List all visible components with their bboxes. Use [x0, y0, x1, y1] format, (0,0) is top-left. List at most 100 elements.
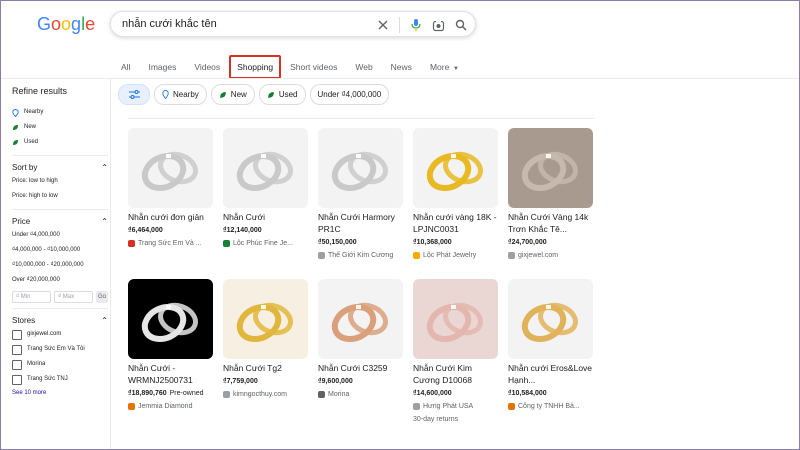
product-store: Jemmia Diamond: [128, 401, 216, 412]
sort-high-low[interactable]: Price: high to low: [12, 189, 108, 204]
product-image[interactable]: [318, 279, 403, 359]
product-image[interactable]: [128, 279, 213, 359]
chip-used[interactable]: Used: [258, 84, 306, 105]
store-name: Hưng Phát USA: [423, 403, 474, 410]
leaf-icon: [13, 125, 18, 130]
product-image[interactable]: [508, 128, 593, 208]
product-card[interactable]: Nhẫn Cưới Harmory PR1C ₫50,150,000 Thế Giớ…: [318, 128, 406, 261]
price-range-3[interactable]: ₫10,000,000 - ₫20,000,000: [12, 258, 108, 273]
product-image[interactable]: [413, 128, 498, 208]
see-more-stores-link[interactable]: See 10 more: [12, 387, 108, 400]
clear-icon[interactable]: [377, 19, 389, 31]
product-image[interactable]: [128, 128, 213, 208]
stores-header[interactable]: Stores ⌃: [12, 313, 108, 327]
tab-more-label: More: [429, 62, 450, 72]
microphone-icon[interactable]: [410, 18, 422, 32]
product-title[interactable]: Nhẫn Cưới C3259: [318, 362, 406, 374]
filter-used-label: Used: [24, 139, 39, 145]
product-card[interactable]: Nhẫn Cưới C3259 ₫9,600,000 Morina: [318, 279, 406, 400]
store-filter-em-va-toi[interactable]: Trang Sức Em Và Tôi: [12, 342, 108, 357]
product-image[interactable]: [508, 279, 593, 359]
tab-web[interactable]: Web: [346, 55, 381, 79]
product-store: gixjewel.com: [508, 250, 596, 261]
product-card[interactable]: Nhẫn Cưới Vàng 14k Trơn Khắc Tê... ₫24,70…: [508, 128, 596, 261]
checkbox[interactable]: [12, 374, 22, 385]
product-price-row: ₫6,464,000: [128, 226, 216, 236]
store-name: Lộc Phúc Fine Je...: [233, 240, 293, 247]
product-image[interactable]: [223, 128, 308, 208]
chevron-up-icon: ⌃: [101, 315, 108, 325]
product-card[interactable]: Nhẫn Cưới Kim Cương D10068 ₫14,600,000 Hưn…: [413, 279, 501, 425]
checkbox[interactable]: [12, 359, 22, 370]
search-input[interactable]: nhẫn cưới khắc tên: [122, 18, 217, 30]
chip-new[interactable]: New: [210, 84, 255, 105]
price-header[interactable]: Price ⌃: [12, 214, 108, 228]
filter-nearby[interactable]: Nearby: [12, 105, 108, 120]
leaf-icon: [219, 91, 226, 98]
store-favicon-icon: [413, 252, 420, 259]
store-label: Trang Sức TNJ: [27, 376, 68, 382]
product-price-row: ₫10,584,000: [508, 389, 596, 399]
filters-toggle-button[interactable]: [118, 84, 150, 105]
product-price-row: ₫24,700,000: [508, 238, 596, 248]
product-card[interactable]: Nhẫn cưới đơn giản ₫6,464,000 Trang Sức Em…: [128, 128, 216, 249]
product-price-row: ₫50,150,000: [318, 238, 406, 248]
product-card[interactable]: Nhẫn Cưới - WRMNJ2500731 ₫18,890,760 Pre-o…: [128, 279, 216, 412]
price-range-1[interactable]: Under ₫4,000,000: [12, 228, 108, 243]
product-title[interactable]: Nhẫn cưới vàng 18K - LPJNC0031: [413, 211, 501, 235]
checkbox[interactable]: [12, 329, 22, 340]
product-title[interactable]: Nhẫn Cưới: [223, 211, 311, 223]
sort-low-high[interactable]: Price: low to high: [12, 174, 108, 189]
tab-more[interactable]: More ▼: [421, 55, 468, 79]
store-name: gixjewel.com: [518, 252, 559, 259]
product-card[interactable]: Nhẫn cưới vàng 18K - LPJNC0031 ₫10,368,00…: [413, 128, 501, 261]
chip-under-price[interactable]: Under ₫4,000,000: [309, 84, 390, 105]
stores-title: Stores: [12, 315, 36, 325]
tab-shopping[interactable]: Shopping: [229, 55, 282, 79]
product-title[interactable]: Nhẫn Cưới Kim Cương D10068: [413, 362, 501, 386]
search-box[interactable]: nhẫn cưới khắc tên: [110, 11, 476, 37]
product-price: ₫10,368,000: [413, 239, 452, 246]
store-filter-gixjewel[interactable]: gixjewel.com: [12, 327, 108, 342]
store-favicon-icon: [128, 403, 135, 410]
checkbox[interactable]: [12, 344, 22, 355]
tab-short-videos[interactable]: Short videos: [281, 55, 346, 79]
product-card[interactable]: Nhẫn Cưới Tg2 ₫7,759,000 kimngocthuy.com: [223, 279, 311, 400]
google-logo[interactable]: Google: [37, 14, 95, 35]
tab-all[interactable]: All: [112, 55, 139, 79]
product-title[interactable]: Nhẫn Cưới - WRMNJ2500731: [128, 362, 216, 386]
product-image[interactable]: [318, 128, 403, 208]
product-title[interactable]: Nhẫn Cưới Tg2: [223, 362, 311, 374]
sort-by-header[interactable]: Sort by ⌃: [12, 160, 108, 174]
store-filter-morina[interactable]: Morina: [12, 357, 108, 372]
tab-videos[interactable]: Videos: [185, 55, 229, 79]
tab-images[interactable]: Images: [139, 55, 185, 79]
product-title[interactable]: Nhẫn Cưới Vàng 14k Trơn Khắc Tê...: [508, 211, 596, 235]
product-card[interactable]: Nhẫn Cưới ₫12,140,000 Lộc Phúc Fine Je...: [223, 128, 311, 249]
caret-down-icon: ▼: [451, 66, 459, 72]
price-min-input[interactable]: ₫ Min: [12, 291, 51, 303]
store-favicon-icon: [508, 403, 515, 410]
filter-used[interactable]: Used: [12, 135, 108, 150]
product-image[interactable]: [413, 279, 498, 359]
tabs-divider: [0, 78, 800, 79]
lens-icon[interactable]: [432, 19, 445, 32]
product-image[interactable]: [223, 279, 308, 359]
product-title[interactable]: Nhẫn cưới đơn giản: [128, 211, 216, 223]
store-name: Lộc Phát Jewelry: [423, 252, 477, 259]
store-filter-tnj[interactable]: Trang Sức TNJ: [12, 372, 108, 387]
store-name: kimngocthuy.com: [233, 391, 287, 398]
product-title[interactable]: Nhẫn Cưới Harmory PR1C: [318, 211, 406, 235]
tab-news[interactable]: News: [382, 55, 421, 79]
price-go-button[interactable]: Go: [96, 291, 108, 303]
product-card[interactable]: Nhẫn cưới Eros&Love Hạnh... ₫10,584,000 Cô…: [508, 279, 596, 412]
price-range-4[interactable]: Over ₫20,000,000: [12, 273, 108, 288]
chip-nearby[interactable]: Nearby: [154, 84, 207, 105]
price-range-2[interactable]: ₫4,000,000 - ₫10,000,000: [12, 243, 108, 258]
product-title[interactable]: Nhẫn cưới Eros&Love Hạnh...: [508, 362, 596, 386]
price-max-input[interactable]: ₫ Max: [54, 291, 93, 303]
filter-new[interactable]: New: [12, 120, 108, 135]
search-icon[interactable]: [455, 19, 467, 31]
location-pin-icon: [162, 90, 169, 99]
chip-used-label: Used: [278, 90, 298, 99]
